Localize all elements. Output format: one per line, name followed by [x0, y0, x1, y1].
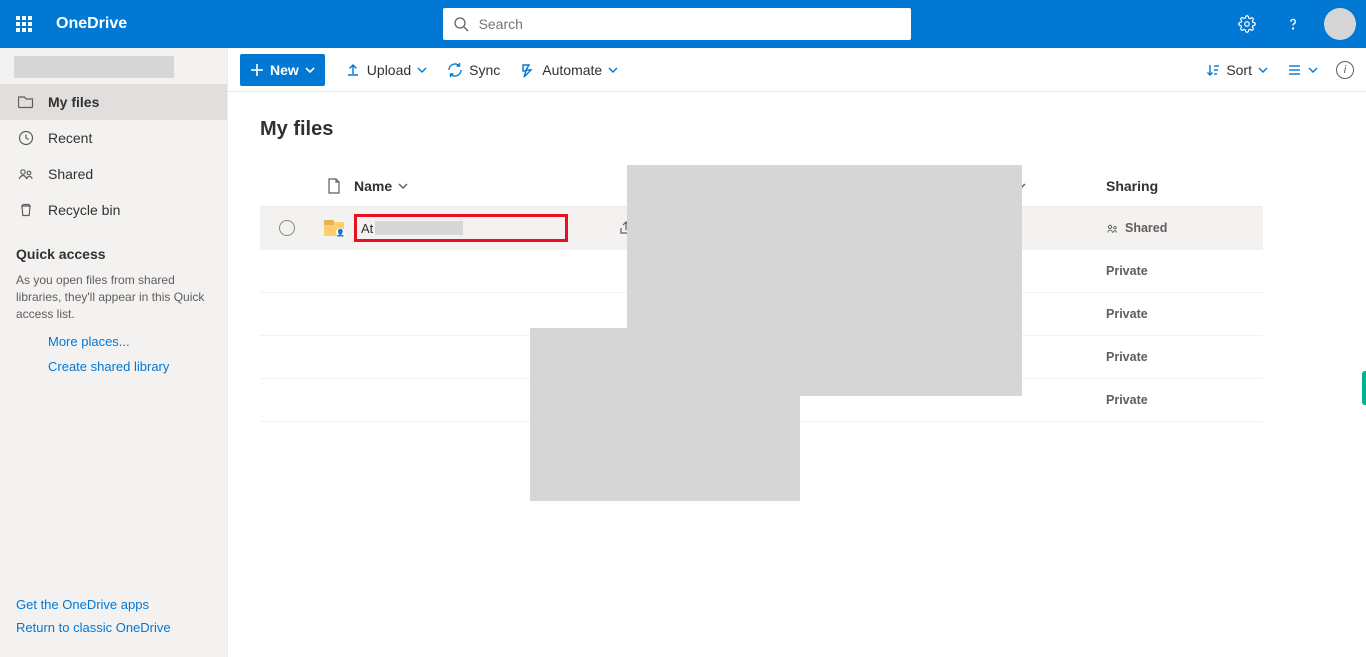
- view-switcher-button[interactable]: [1286, 63, 1318, 77]
- shared-folder-icon: 👤: [324, 220, 344, 236]
- redacted-block: [375, 221, 463, 235]
- automate-label: Automate: [542, 62, 602, 78]
- sync-label: Sync: [469, 62, 500, 78]
- chevron-down-icon: [1308, 65, 1318, 75]
- sync-button[interactable]: Sync: [447, 62, 500, 78]
- people-icon: [18, 166, 34, 182]
- clock-icon: [18, 130, 34, 146]
- app-name[interactable]: OneDrive: [48, 15, 127, 33]
- type-column-header[interactable]: [314, 178, 354, 194]
- quick-access-description: As you open files from shared libraries,…: [16, 272, 211, 322]
- trash-icon: [18, 202, 34, 218]
- header-right: [1226, 0, 1366, 48]
- sharing-cell[interactable]: Private: [1106, 393, 1263, 407]
- chevron-down-icon: [305, 65, 315, 75]
- help-button[interactable]: [1272, 0, 1314, 48]
- new-button-label: New: [270, 62, 299, 78]
- tenant-name[interactable]: [0, 48, 227, 84]
- name-column-header[interactable]: Name: [354, 178, 656, 194]
- sort-label: Sort: [1226, 62, 1252, 78]
- name-cell[interactable]: At: [354, 214, 656, 242]
- folder-outline-icon: [18, 94, 34, 110]
- sharing-cell[interactable]: Private: [1106, 264, 1263, 278]
- sharing-cell[interactable]: Private: [1106, 350, 1263, 364]
- sidebar-item-label: Shared: [48, 166, 93, 182]
- return-classic-link[interactable]: Return to classic OneDrive: [16, 620, 211, 635]
- feedback-tab[interactable]: [1362, 371, 1366, 405]
- automate-icon: [520, 62, 536, 78]
- create-shared-library-link[interactable]: Create shared library: [48, 359, 211, 374]
- chevron-down-icon: [1258, 65, 1268, 75]
- search-container: [127, 8, 1226, 40]
- upload-icon: [345, 62, 361, 78]
- redacted-block: [530, 328, 800, 501]
- quick-access-section: Quick access As you open files from shar…: [0, 228, 227, 374]
- highlight-annotation: At: [354, 214, 568, 242]
- quick-access-heading: Quick access: [16, 246, 211, 262]
- sidebar: My files Recent Shared Recycle bin Quick…: [0, 48, 228, 657]
- main: New Upload Sync Automate Sort: [228, 48, 1366, 657]
- automate-button[interactable]: Automate: [520, 62, 618, 78]
- sort-button[interactable]: Sort: [1206, 62, 1268, 78]
- sidebar-item-recent[interactable]: Recent: [0, 120, 227, 156]
- file-icon: [327, 178, 341, 194]
- search-box[interactable]: [443, 8, 911, 40]
- sharing-cell[interactable]: Shared: [1106, 221, 1263, 235]
- people-icon: [1106, 222, 1119, 235]
- app-header: OneDrive: [0, 0, 1366, 48]
- sidebar-item-my-files[interactable]: My files: [0, 84, 227, 120]
- get-onedrive-apps-link[interactable]: Get the OneDrive apps: [16, 597, 211, 612]
- waffle-icon: [16, 16, 32, 32]
- settings-button[interactable]: [1226, 0, 1268, 48]
- help-icon: [1284, 15, 1302, 33]
- sidebar-item-label: Recent: [48, 130, 92, 146]
- info-button[interactable]: i: [1336, 61, 1354, 79]
- sync-icon: [447, 62, 463, 78]
- sidebar-item-label: Recycle bin: [48, 202, 120, 218]
- avatar[interactable]: [1324, 8, 1356, 40]
- list-view-icon: [1286, 63, 1302, 77]
- more-places-link[interactable]: More places...: [48, 334, 211, 349]
- chevron-down-icon: [608, 65, 618, 75]
- sidebar-footer: Get the OneDrive apps Return to classic …: [0, 577, 227, 657]
- sharing-column-header[interactable]: Sharing: [1106, 178, 1263, 194]
- sidebar-item-label: My files: [48, 94, 99, 110]
- new-button[interactable]: New: [240, 54, 325, 86]
- sort-icon: [1206, 63, 1220, 77]
- app-launcher-button[interactable]: [0, 0, 48, 48]
- search-input[interactable]: [479, 16, 901, 32]
- upload-button[interactable]: Upload: [345, 62, 427, 78]
- chevron-down-icon: [398, 181, 408, 191]
- page-title: My files: [260, 118, 1334, 141]
- sidebar-item-shared[interactable]: Shared: [0, 156, 227, 192]
- sharing-cell[interactable]: Private: [1106, 307, 1263, 321]
- gear-icon: [1238, 15, 1256, 33]
- search-icon: [453, 16, 469, 32]
- upload-label: Upload: [367, 62, 411, 78]
- item-name-prefix: At: [361, 221, 373, 236]
- plus-icon: [250, 63, 264, 77]
- sidebar-item-recycle-bin[interactable]: Recycle bin: [0, 192, 227, 228]
- command-bar: New Upload Sync Automate Sort: [228, 48, 1366, 92]
- redacted-block: [14, 56, 174, 78]
- chevron-down-icon: [417, 65, 427, 75]
- row-select-checkbox[interactable]: [279, 220, 295, 236]
